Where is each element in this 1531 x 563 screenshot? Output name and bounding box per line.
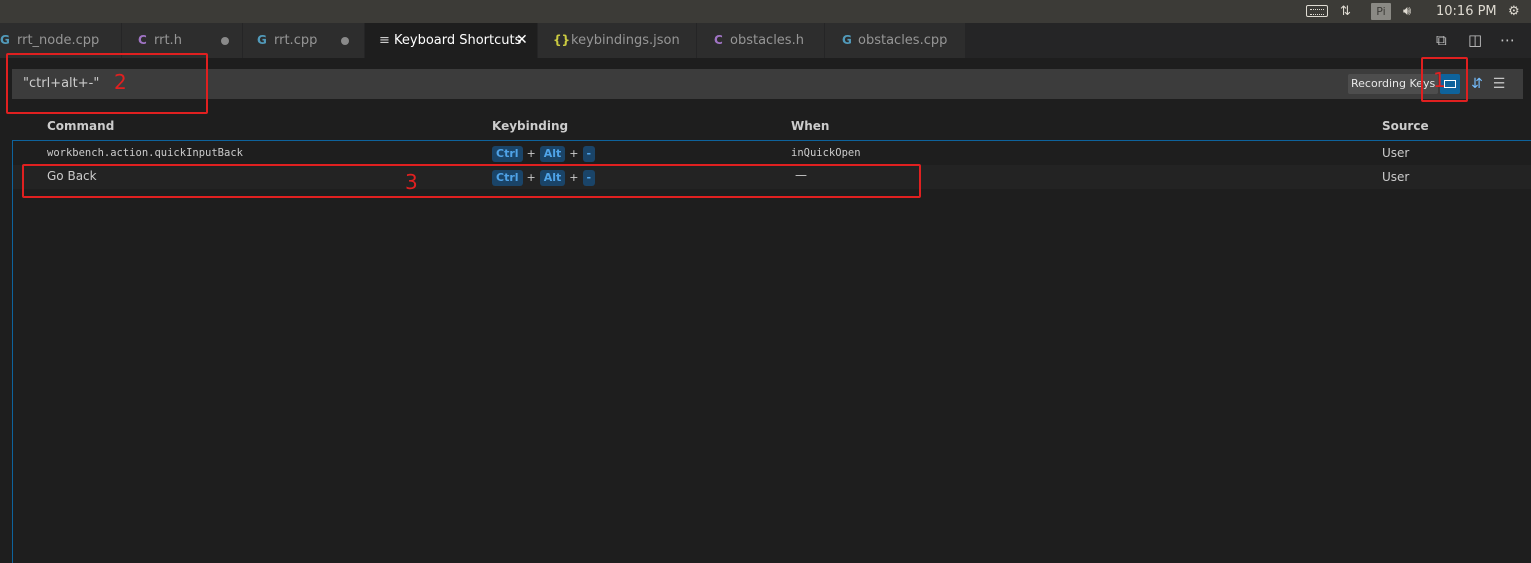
table-row[interactable]: workbench.action.quickInputBack Ctrl + Alt… xyxy=(13,141,1531,165)
column-header-command[interactable]: Command xyxy=(47,116,114,136)
more-actions-icon[interactable]: ⋯ xyxy=(1500,23,1515,58)
split-editor-icon[interactable]: ◫ xyxy=(1468,23,1482,58)
list-icon: ≡ xyxy=(379,33,390,48)
clear-search-icon[interactable]: ☰ xyxy=(1489,74,1509,94)
close-icon[interactable]: ✕ xyxy=(516,23,528,58)
keycap: Ctrl xyxy=(492,145,523,162)
source-cell: User xyxy=(1382,146,1410,160)
tab-label: obstacles.h xyxy=(730,33,804,48)
volume-icon[interactable]: 🔊︎ xyxy=(1403,0,1411,23)
system-top-bar: ⇅ Pi 🔊︎ 10:16 PM ⚙ xyxy=(0,0,1531,23)
pi-indicator[interactable]: Pi xyxy=(1371,3,1391,20)
unsaved-dot-icon[interactable] xyxy=(221,37,229,45)
open-keybindings-json-icon[interactable]: ⧉ xyxy=(1436,23,1447,58)
c-file-icon: C xyxy=(714,33,723,47)
keycap: - xyxy=(582,145,596,162)
source-cell: User xyxy=(1382,170,1410,184)
tab-label: rrt.cpp xyxy=(274,33,318,48)
tab-label: Keyboard Shortcuts xyxy=(394,33,522,48)
keyboard-icon[interactable] xyxy=(1306,5,1328,17)
editor-tab-bar: G rrt_node.cpp C rrt.h G rrt.cpp ≡ Keybo… xyxy=(0,23,1531,58)
gear-icon[interactable]: ⚙ xyxy=(1508,0,1520,23)
tab-label: keybindings.json xyxy=(571,33,680,48)
keybinding-cell[interactable]: Ctrl + Alt + - xyxy=(492,141,596,165)
annotation-box-2 xyxy=(6,53,208,114)
keycap: Alt xyxy=(539,145,566,162)
tab-keybindings-json[interactable]: {} keybindings.json xyxy=(538,23,697,58)
tab-label: obstacles.cpp xyxy=(858,33,948,48)
annotation-number-1: 1 xyxy=(1433,68,1446,92)
column-header-keybinding[interactable]: Keybinding xyxy=(492,116,568,136)
network-icon[interactable]: ⇅ xyxy=(1340,0,1351,23)
column-header-source[interactable]: Source xyxy=(1382,116,1429,136)
keybindings-table xyxy=(12,140,1531,563)
tab-obstacles-cpp[interactable]: G obstacles.cpp xyxy=(825,23,966,58)
cpp-file-icon: G xyxy=(842,33,852,47)
annotation-number-2: 2 xyxy=(114,70,127,94)
sort-by-precedence-icon[interactable]: ⇵ xyxy=(1467,74,1487,94)
cpp-file-icon: G xyxy=(257,33,267,47)
unsaved-dot-icon[interactable] xyxy=(341,37,349,45)
command-cell: workbench.action.quickInputBack xyxy=(47,147,243,159)
when-cell: inQuickOpen xyxy=(791,147,861,159)
tab-rrt-cpp[interactable]: G rrt.cpp xyxy=(243,23,365,58)
json-file-icon: {} xyxy=(553,33,571,47)
column-header-when[interactable]: When xyxy=(791,116,829,136)
clock[interactable]: 10:16 PM xyxy=(1436,0,1497,23)
keybindings-search-input[interactable]: "ctrl+alt+-" xyxy=(12,69,1523,99)
tab-obstacles-h[interactable]: C obstacles.h xyxy=(697,23,825,58)
annotation-box-3 xyxy=(22,164,921,198)
annotation-number-3: 3 xyxy=(405,170,418,194)
tab-keyboard-shortcuts[interactable]: ≡ Keyboard Shortcuts ✕ xyxy=(365,23,538,58)
